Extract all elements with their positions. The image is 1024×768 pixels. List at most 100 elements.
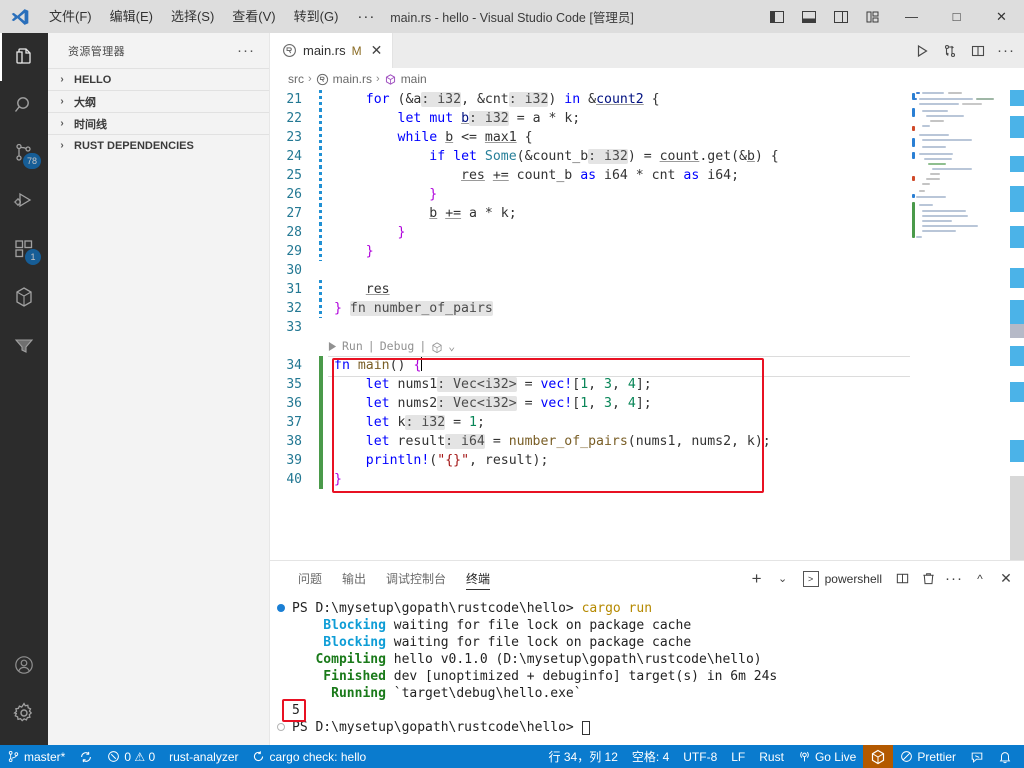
git-gutter-added <box>316 356 328 375</box>
sync-icon <box>79 750 93 764</box>
codelens-run[interactable]: Run <box>342 337 363 356</box>
status-go-live[interactable]: Go Live <box>791 745 863 768</box>
status-cargo-check[interactable]: cargo check: hello <box>245 745 373 768</box>
new-terminal-icon[interactable]: + <box>745 561 769 596</box>
tab-close-icon[interactable]: ✕ <box>368 42 383 59</box>
maximize-button[interactable]: □ <box>934 0 979 33</box>
status-indentation[interactable]: 空格: 4 <box>625 745 676 768</box>
maximize-panel-icon[interactable]: ^ <box>968 561 992 596</box>
line-number: 35 <box>286 377 302 392</box>
terminal-output[interactable]: PS D:\mysetup\gopath\rustcode\hello> car… <box>270 596 1024 736</box>
activity-crates-icon[interactable] <box>0 273 48 321</box>
sidebar-item-hello[interactable]: › HELLO <box>48 68 269 90</box>
panel-tab-output[interactable]: 输出 <box>332 561 376 596</box>
menu-file[interactable]: 文件(F) <box>40 5 101 29</box>
minimap[interactable] <box>910 90 1010 560</box>
customize-layout-icon[interactable] <box>857 0 889 33</box>
status-rust-analyzer[interactable]: rust-analyzer <box>162 745 245 768</box>
editor-scrollbar[interactable] <box>1010 90 1024 560</box>
activity-filter-icon[interactable] <box>0 321 48 369</box>
terminal-instance-powershell[interactable]: > powershell <box>797 561 888 596</box>
activity-settings-icon[interactable] <box>0 689 48 737</box>
status-notifications-icon[interactable] <box>991 745 1024 768</box>
command-decoration-pending[interactable] <box>270 719 292 736</box>
git-gutter-modified <box>316 90 328 109</box>
close-button[interactable]: ✕ <box>979 0 1024 33</box>
status-cursor-position[interactable]: 行 34，列 12 <box>542 745 625 768</box>
menu-go[interactable]: 转到(G) <box>285 5 348 29</box>
breadcrumb-src[interactable]: src <box>288 72 304 86</box>
tab-main-rs[interactable]: main.rs M ✕ <box>270 33 394 68</box>
line-number: 39 <box>286 453 302 468</box>
crates-icon[interactable] <box>431 341 443 353</box>
panel-tab-terminal[interactable]: 终端 <box>456 561 500 596</box>
sidebar-item-outline[interactable]: › 大纲 <box>48 90 269 112</box>
codelens-chevron-down-icon[interactable]: ⌄ <box>448 337 455 356</box>
status-branch[interactable]: master* <box>0 745 72 768</box>
line-number: 21 <box>286 92 302 107</box>
terminal-icon: > <box>802 570 819 587</box>
menu-more-icon[interactable]: ··· <box>347 8 385 25</box>
editor-more-icon[interactable]: ··· <box>992 33 1020 68</box>
activity-run-and-debug[interactable] <box>0 177 48 225</box>
codelens-sep: | <box>419 339 427 353</box>
minimize-button[interactable]: — <box>889 0 934 33</box>
sidebar-more-icon[interactable]: ··· <box>229 43 263 58</box>
status-bar-right: 行 34，列 12 空格: 4 UTF-8 LF Rust Go Live Pr… <box>542 745 1024 768</box>
terminal-status: Blocking <box>292 635 386 650</box>
terminal-status: Blocking <box>292 618 386 633</box>
close-panel-icon[interactable]: ✕ <box>994 561 1018 596</box>
terminal-line: Running `target\debug\hello.exe` <box>270 685 1024 702</box>
source-control-badge: 78 <box>22 153 41 169</box>
panel-tab-problems[interactable]: 问题 <box>288 561 332 596</box>
status-sync[interactable] <box>72 745 100 768</box>
git-gutter-added <box>316 470 328 489</box>
menu-view[interactable]: 查看(V) <box>223 5 284 29</box>
activity-explorer[interactable] <box>0 33 48 81</box>
status-rust-icon[interactable] <box>863 745 894 768</box>
menu-edit[interactable]: 编辑(E) <box>101 5 162 29</box>
toggle-primary-sidebar-icon[interactable] <box>761 0 793 33</box>
git-gutter-none <box>316 261 328 280</box>
sidebar-item-timeline[interactable]: › 时间线 <box>48 112 269 134</box>
split-editor-icon[interactable] <box>964 33 992 68</box>
breadcrumb-file[interactable]: main.rs <box>333 72 372 86</box>
code-editor[interactable]: 21 for (&a: i32, &cnt: i32) in &count2 {… <box>270 90 1024 560</box>
chevron-right-icon: › <box>60 74 64 85</box>
panel-tab-debug-console[interactable]: 调试控制台 <box>376 561 456 596</box>
split-terminal-icon[interactable] <box>890 561 914 596</box>
run-file-icon[interactable] <box>908 33 936 68</box>
terminal-line: Finished dev [unoptimized + debuginfo] t… <box>270 668 1024 685</box>
line-number: 32 <box>286 301 302 316</box>
terminal-instance-label: powershell <box>824 571 882 586</box>
activity-source-control[interactable]: 78 <box>0 129 48 177</box>
line-number: 36 <box>286 396 302 411</box>
sidebar-item-rust-dependencies[interactable]: › RUST DEPENDENCIES <box>48 134 269 156</box>
command-decoration-success[interactable] <box>270 600 292 617</box>
status-eol[interactable]: LF <box>724 745 752 768</box>
status-feedback-icon[interactable] <box>963 745 991 768</box>
activity-extensions[interactable]: 1 <box>0 225 48 273</box>
prettier-label: Prettier <box>917 749 956 764</box>
open-changes-icon[interactable] <box>936 33 964 68</box>
rust-analyzer-label: rust-analyzer <box>169 749 239 764</box>
terminal-dropdown-chevron-icon[interactable]: ⌄ <box>771 561 795 596</box>
status-problems[interactable]: 0 ⚠ 0 <box>100 745 162 768</box>
panel-more-icon[interactable]: ··· <box>942 561 966 596</box>
status-prettier[interactable]: Prettier <box>893 745 963 768</box>
breadcrumb-symbol[interactable]: main <box>401 72 427 86</box>
cargo-check-label: cargo check: hello <box>269 749 367 764</box>
activity-accounts-icon[interactable] <box>0 641 48 689</box>
activity-search[interactable] <box>0 81 48 129</box>
codelens-debug[interactable]: Debug <box>380 337 415 356</box>
broadcast-icon <box>798 750 811 763</box>
menu-selection[interactable]: 选择(S) <box>162 5 223 29</box>
toggle-panel-icon[interactable] <box>793 0 825 33</box>
chevron-right-icon: › <box>60 118 64 129</box>
toggle-secondary-sidebar-icon[interactable] <box>825 0 857 33</box>
kill-terminal-icon[interactable] <box>916 561 940 596</box>
status-language-mode[interactable]: Rust <box>752 745 791 768</box>
panel-tab-bar: 问题 输出 调试控制台 终端 + ⌄ > powershell ··· ^ ✕ <box>270 561 1024 596</box>
terminal-message: dev [unoptimized + debuginfo] target(s) … <box>385 669 778 684</box>
status-encoding[interactable]: UTF-8 <box>676 745 724 768</box>
